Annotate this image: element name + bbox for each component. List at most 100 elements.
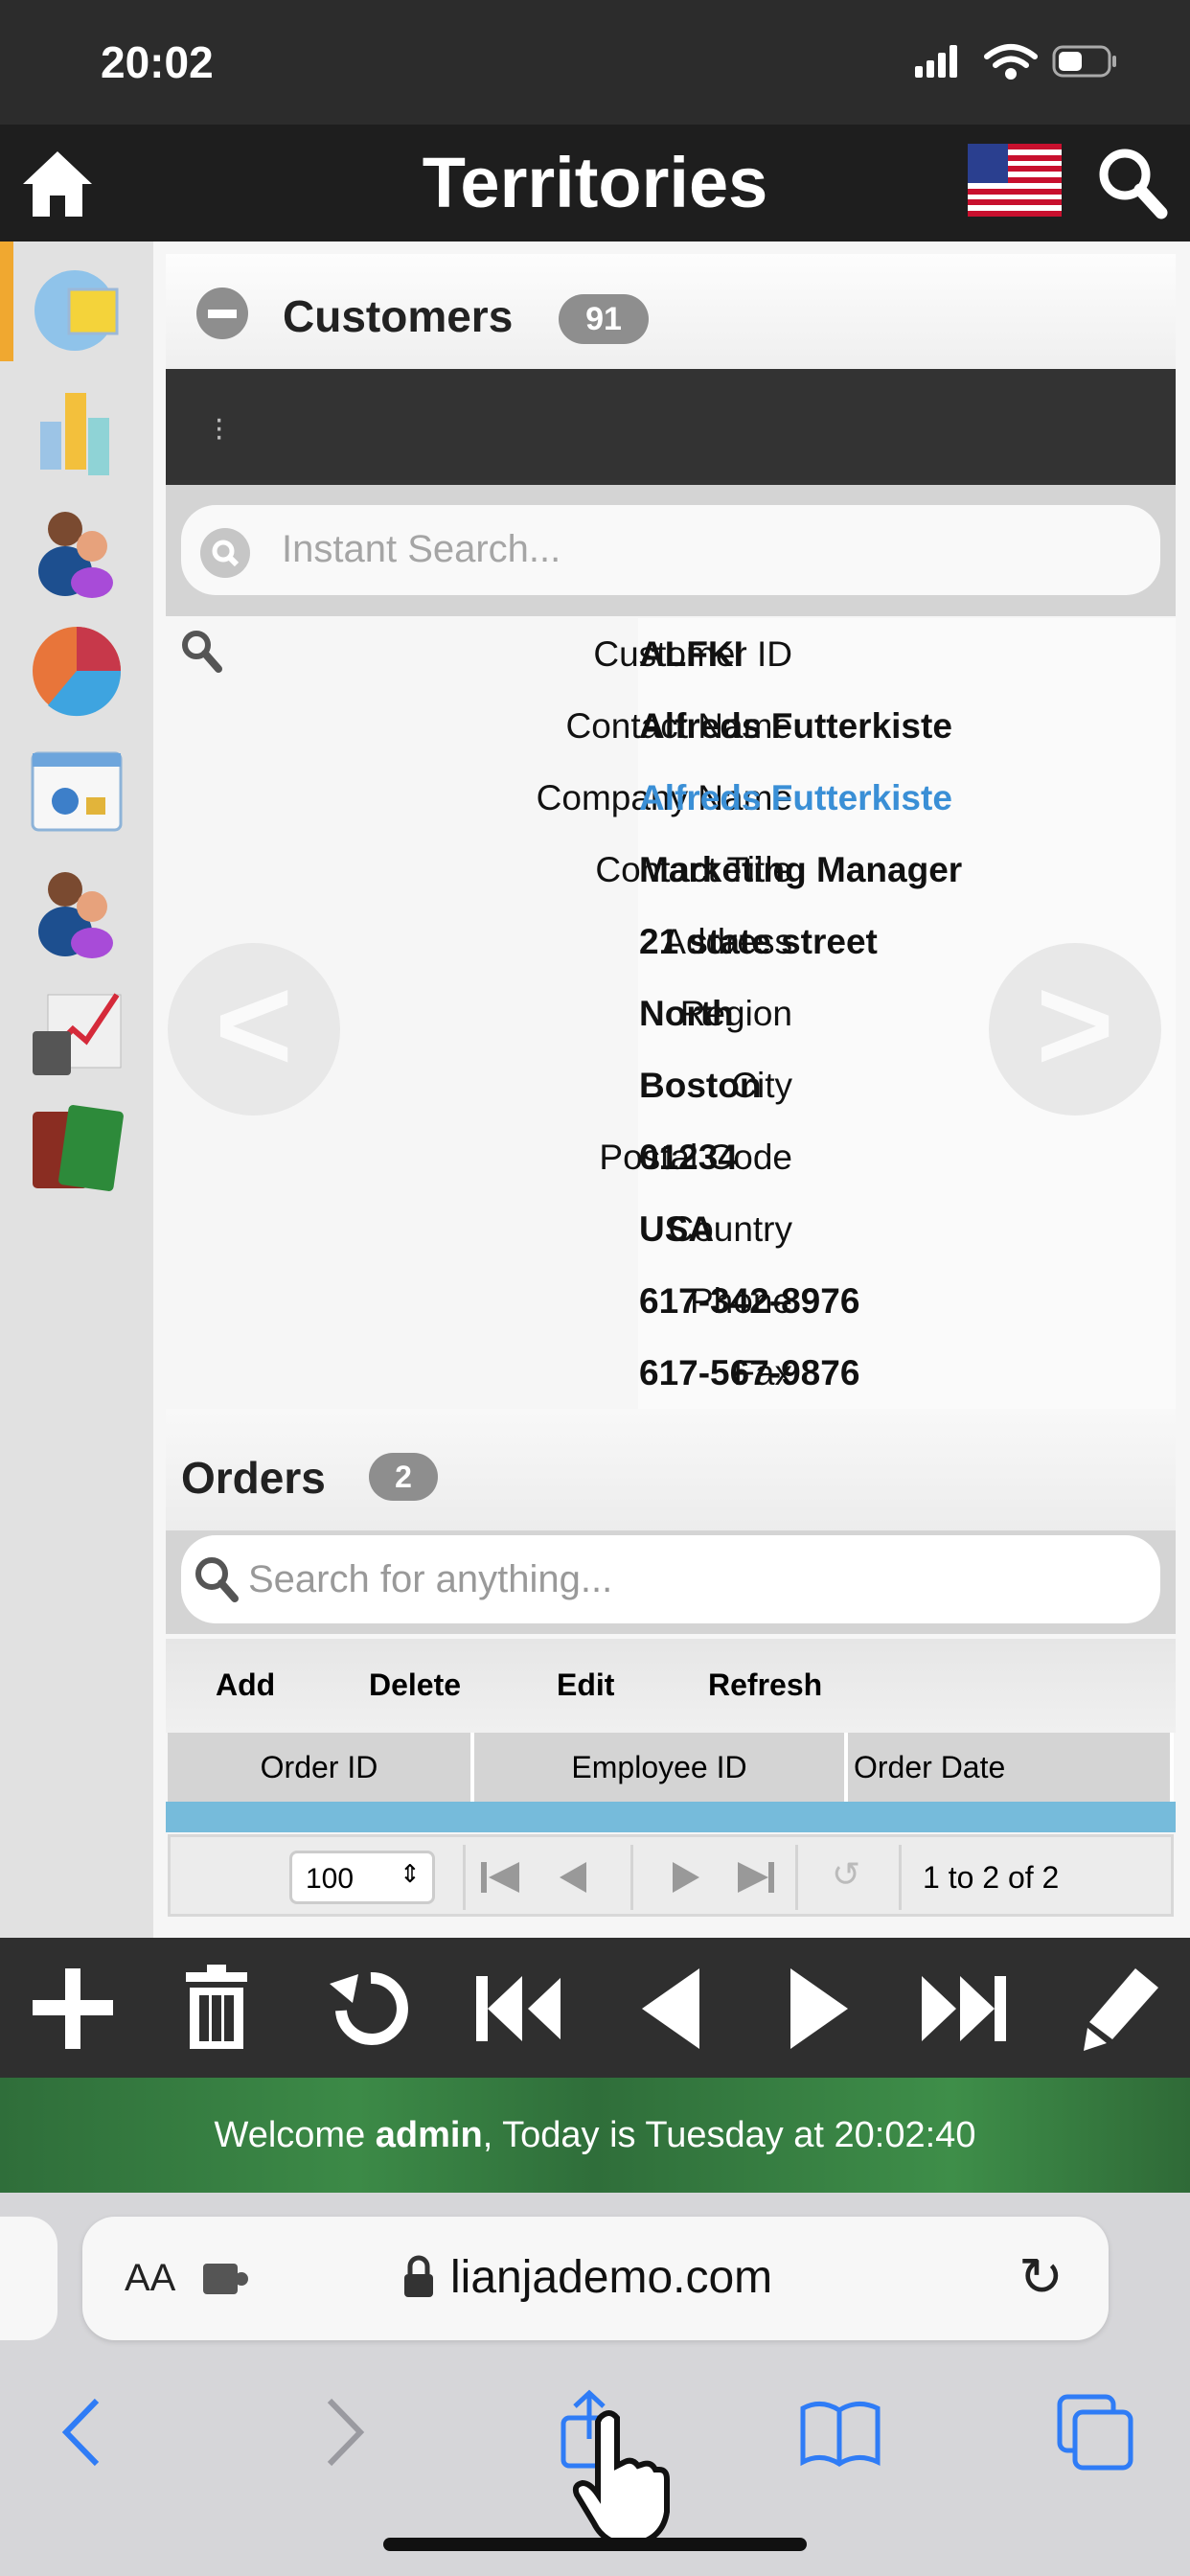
forward-icon[interactable] (297, 2389, 383, 2475)
search-placeholder: Instant Search... (282, 528, 561, 570)
first-prev-page-icons[interactable] (479, 1856, 604, 1898)
section-title: Orders (181, 1453, 326, 1503)
field-row: Fax 617-567-9876 (166, 1337, 1176, 1409)
first-icon[interactable] (474, 1965, 561, 2051)
signal-icon (915, 45, 957, 78)
next-record-button[interactable]: > (989, 943, 1161, 1116)
search-placeholder: Search for anything... (248, 1558, 613, 1600)
orders-toolbar: Add Delete Edit Refresh (166, 1639, 1176, 1733)
sidebar-item-pie-chart-icon[interactable] (29, 623, 125, 719)
field-row: Customer ID ALFKI (166, 618, 1176, 690)
search-icon (200, 528, 250, 578)
clock: 20:02 (101, 37, 214, 87)
stepper-icon: ⇕ (400, 1859, 421, 1888)
next-icon[interactable] (781, 1965, 867, 2051)
orders-search-input[interactable]: Search for anything... (181, 1535, 1160, 1623)
delete-button[interactable]: Delete (369, 1668, 461, 1703)
sidebar-item-bar-chart-icon[interactable] (29, 383, 125, 479)
sidebar-item-users-icon[interactable] (29, 502, 125, 598)
sidebar-item-passport-icon[interactable] (29, 1102, 125, 1198)
column-header-order-id[interactable]: Order ID (168, 1733, 474, 1802)
home-indicator (383, 2538, 807, 2551)
previous-record-button[interactable]: < (168, 943, 340, 1116)
record-toolbar (0, 1938, 1190, 2078)
orders-search-wrapper: Search for anything... (166, 1530, 1176, 1634)
previous-tab-pill[interactable] (0, 2217, 57, 2340)
instant-search-input[interactable]: Instant Search... (181, 505, 1160, 595)
action-bar: · · · (166, 369, 1176, 485)
add-button[interactable]: Add (216, 1668, 275, 1703)
extension-icon[interactable] (203, 2260, 249, 2298)
field-value: Boston (639, 1066, 762, 1105)
page-size-select[interactable]: 100 ⇕ (289, 1851, 435, 1904)
refresh-icon[interactable] (328, 1965, 414, 2051)
status-icons (915, 44, 1116, 80)
more-menu-icon[interactable]: · · · (214, 402, 224, 452)
reload-icon[interactable]: ↺ (832, 1854, 860, 1895)
refresh-button[interactable]: Refresh (708, 1668, 822, 1703)
reader-aa-button[interactable]: AA (125, 2257, 175, 2300)
field-row: Company Name Alfreds Futterkiste (166, 762, 1176, 834)
search-icon[interactable] (1096, 146, 1169, 222)
username: admin (375, 2115, 483, 2155)
bookmarks-icon[interactable] (797, 2389, 883, 2475)
tabs-icon[interactable] (1052, 2389, 1138, 2475)
field-value: 01234 (639, 1138, 738, 1177)
app-header: Territories (0, 125, 1190, 242)
table-row-selected[interactable] (166, 1802, 1176, 1832)
delete-icon[interactable] (180, 1965, 266, 2051)
next-last-page-icons[interactable] (669, 1856, 793, 1898)
field-row: Phone 617-342-8976 (166, 1265, 1176, 1337)
column-header-order-date[interactable]: Order Date (848, 1733, 1174, 1802)
edit-icon[interactable] (1078, 1965, 1164, 2051)
section-title: Customers (283, 291, 514, 341)
field-value: ALFKI (639, 634, 744, 674)
column-header-employee-id[interactable]: Employee ID (474, 1733, 848, 1802)
add-icon[interactable] (29, 1965, 115, 2051)
sidebar (0, 242, 153, 1938)
field-row: Contact Title Marketing Manager (166, 834, 1176, 906)
orders-table-header: Order ID Employee ID Order Date (168, 1733, 1174, 1802)
field-row: Contact Name Alfreds Futterkiste (166, 690, 1176, 762)
field-value[interactable]: Alfreds Futterkiste (639, 762, 952, 834)
edit-button[interactable]: Edit (557, 1668, 614, 1703)
search-icon (195, 1557, 239, 1602)
reload-icon[interactable]: ↻ (1018, 2245, 1064, 2309)
orders-pager: 100 ⇕ ↺ 1 to 2 of 2 (168, 1834, 1174, 1917)
collapse-icon[interactable] (196, 288, 248, 339)
field-value: Marketing Manager (639, 850, 963, 889)
pager-summary: 1 to 2 of 2 (923, 1860, 1060, 1895)
field-value: 21 state street (639, 922, 878, 961)
address-bar[interactable]: AA lianjademo.com ↻ (82, 2217, 1109, 2340)
sidebar-item-web-security-icon[interactable] (29, 742, 125, 838)
hand-cursor-icon (572, 2410, 670, 2548)
field-row: Country USA (166, 1193, 1176, 1265)
count-badge: 2 (369, 1453, 438, 1501)
orders-section-header: Orders 2 (166, 1409, 1176, 1535)
last-icon[interactable] (920, 1965, 1006, 2051)
url-text[interactable]: lianjademo.com (450, 2251, 772, 2304)
battery-icon (1052, 45, 1116, 78)
welcome-suffix: , Today is Tuesday at 20:02:40 (482, 2115, 976, 2155)
field-value: North (639, 994, 734, 1033)
count-badge: 91 (559, 294, 649, 344)
lock-icon (404, 2255, 433, 2297)
field-value: Alfreds Futterkiste (639, 706, 952, 746)
sidebar-item-users-icon-2[interactable] (29, 862, 125, 958)
wifi-icon (984, 44, 1038, 80)
sidebar-item-globe-monitor-icon[interactable] (29, 263, 125, 358)
instant-search-wrapper: Instant Search... (166, 485, 1176, 616)
welcome-bar: Welcome admin, Today is Tuesday at 20:02… (0, 2078, 1190, 2193)
field-value: 617-567-9876 (639, 1353, 860, 1392)
us-flag-icon[interactable] (968, 144, 1062, 217)
field-value: 617-342-8976 (639, 1281, 860, 1321)
field-value: USA (639, 1209, 715, 1249)
page-size-value: 100 (306, 1863, 355, 1895)
field-row: Postal Code 01234 (166, 1121, 1176, 1193)
back-icon[interactable] (43, 2389, 129, 2475)
previous-icon[interactable] (632, 1965, 719, 2051)
customers-section-header: Customers 91 (166, 254, 1176, 369)
welcome-prefix: Welcome (214, 2115, 376, 2155)
sidebar-item-calculator-chart-icon[interactable] (29, 981, 125, 1077)
status-bar: 20:02 (0, 0, 1190, 125)
